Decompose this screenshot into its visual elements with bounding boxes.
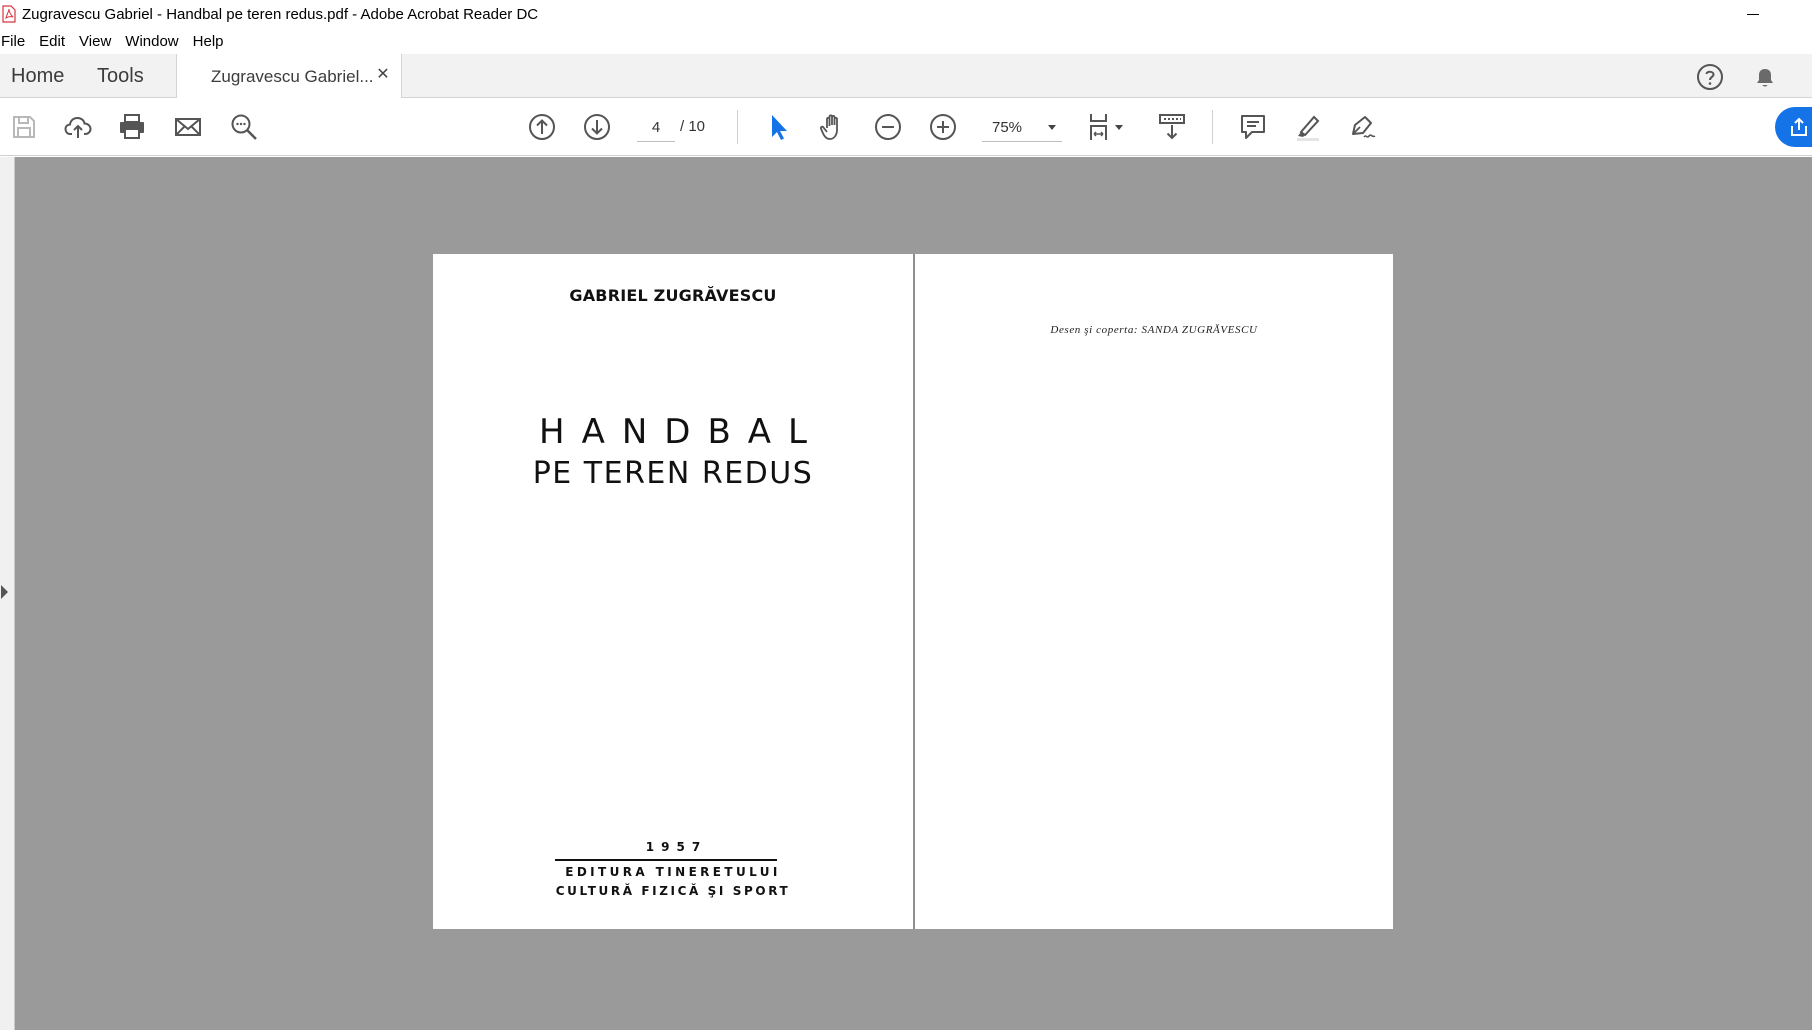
menu-edit[interactable]: Edit	[39, 33, 65, 50]
arrow-up-circle-icon	[529, 114, 555, 140]
zoom-value: 75%	[992, 119, 1023, 136]
close-icon[interactable]: ✕	[375, 67, 391, 83]
minus-circle-icon	[875, 114, 901, 140]
publisher-divider	[555, 859, 777, 861]
highlighter-icon	[1297, 115, 1320, 141]
pointer-icon	[772, 115, 787, 140]
minimize-icon	[1747, 13, 1759, 15]
chevron-down-icon	[1048, 125, 1056, 130]
arrow-down-circle-icon	[584, 114, 610, 140]
book-title-line-2: PE TEREN REDUS	[532, 456, 814, 491]
page-number-input[interactable]	[637, 114, 675, 142]
fit-page-dropdown[interactable]	[1111, 110, 1127, 144]
share-icon	[1791, 117, 1807, 136]
toolbar: / 10 75%	[0, 98, 1812, 156]
scroll-mode-button[interactable]	[1155, 110, 1189, 144]
page-total: / 10	[680, 118, 706, 135]
toolbar-divider	[737, 110, 738, 144]
zoom-in-button[interactable]	[926, 110, 960, 144]
hand-tool-button[interactable]	[816, 110, 850, 144]
hand-icon	[820, 114, 838, 140]
title-bar: Zugravescu Gabriel - Handbal pe teren re…	[0, 0, 1812, 28]
pdf-app-icon	[2, 5, 16, 23]
tab-bar: Home Tools Zugravescu Gabriel... ✕	[0, 54, 1812, 99]
book-title-line-1: HANDBAL	[539, 412, 824, 452]
plus-circle-icon	[930, 114, 956, 140]
menu-bar: File Edit View Window Help	[0, 28, 1812, 54]
bell-icon[interactable]	[1751, 63, 1779, 91]
comment-button[interactable]	[1236, 110, 1270, 144]
menu-file[interactable]: File	[1, 33, 25, 50]
print-icon	[120, 114, 144, 139]
publisher-line-2: CULTURĂ FIZICĂ ŞI SPORT	[555, 884, 791, 898]
menu-window[interactable]: Window	[125, 33, 178, 50]
publisher-line-1: EDITURA TINERETULUI	[565, 865, 781, 879]
chevron-right-icon	[1, 585, 8, 599]
tab-tools[interactable]: Tools	[97, 54, 144, 98]
help-icon[interactable]	[1696, 63, 1724, 91]
upload-button[interactable]	[61, 110, 95, 144]
navigation-pane-toggle[interactable]	[0, 157, 15, 1030]
tab-home[interactable]: Home	[11, 54, 64, 98]
comment-icon	[1241, 115, 1265, 139]
share-button[interactable]	[1775, 107, 1812, 147]
previous-page-button[interactable]	[525, 110, 559, 144]
search-icon	[231, 114, 257, 140]
next-page-button[interactable]	[580, 110, 614, 144]
minimize-button[interactable]	[1730, 0, 1776, 28]
mail-icon	[175, 118, 201, 136]
book-author: GABRIEL ZUGRĂVESCU	[569, 286, 777, 305]
sign-pen-icon	[1352, 116, 1376, 138]
search-button[interactable]	[227, 110, 261, 144]
window-title: Zugravescu Gabriel - Handbal pe teren re…	[22, 5, 539, 23]
menu-view[interactable]: View	[79, 33, 111, 50]
tab-document[interactable]: Zugravescu Gabriel... ✕	[176, 54, 402, 99]
print-button[interactable]	[115, 110, 149, 144]
zoom-select[interactable]: 75%	[982, 114, 1062, 142]
select-tool-button[interactable]	[761, 110, 795, 144]
sign-button[interactable]	[1346, 110, 1380, 144]
scroll-mode-icon	[1159, 114, 1185, 140]
menu-help[interactable]: Help	[193, 33, 224, 50]
toolbar-divider	[1212, 110, 1213, 144]
save-icon	[13, 116, 35, 138]
highlight-button[interactable]	[1291, 110, 1325, 144]
document-viewport[interactable]: GABRIEL ZUGRĂVESCU HANDBAL PE TEREN REDU…	[0, 157, 1812, 1030]
tab-document-label: Zugravescu Gabriel...	[211, 66, 374, 86]
pdf-page-right: Desen şi coperta: SANDA ZUGRĂVESCU	[913, 254, 1393, 929]
pdf-page-left: GABRIEL ZUGRĂVESCU HANDBAL PE TEREN REDU…	[433, 254, 913, 929]
cloud-upload-icon	[64, 116, 92, 138]
email-button[interactable]	[171, 110, 205, 144]
zoom-out-button[interactable]	[871, 110, 905, 144]
chevron-down-icon	[1115, 124, 1123, 130]
save-button[interactable]	[7, 110, 41, 144]
publication-year: 1957	[645, 840, 708, 854]
illustration-credit: Desen şi coperta: SANDA ZUGRĂVESCU	[1050, 324, 1258, 336]
